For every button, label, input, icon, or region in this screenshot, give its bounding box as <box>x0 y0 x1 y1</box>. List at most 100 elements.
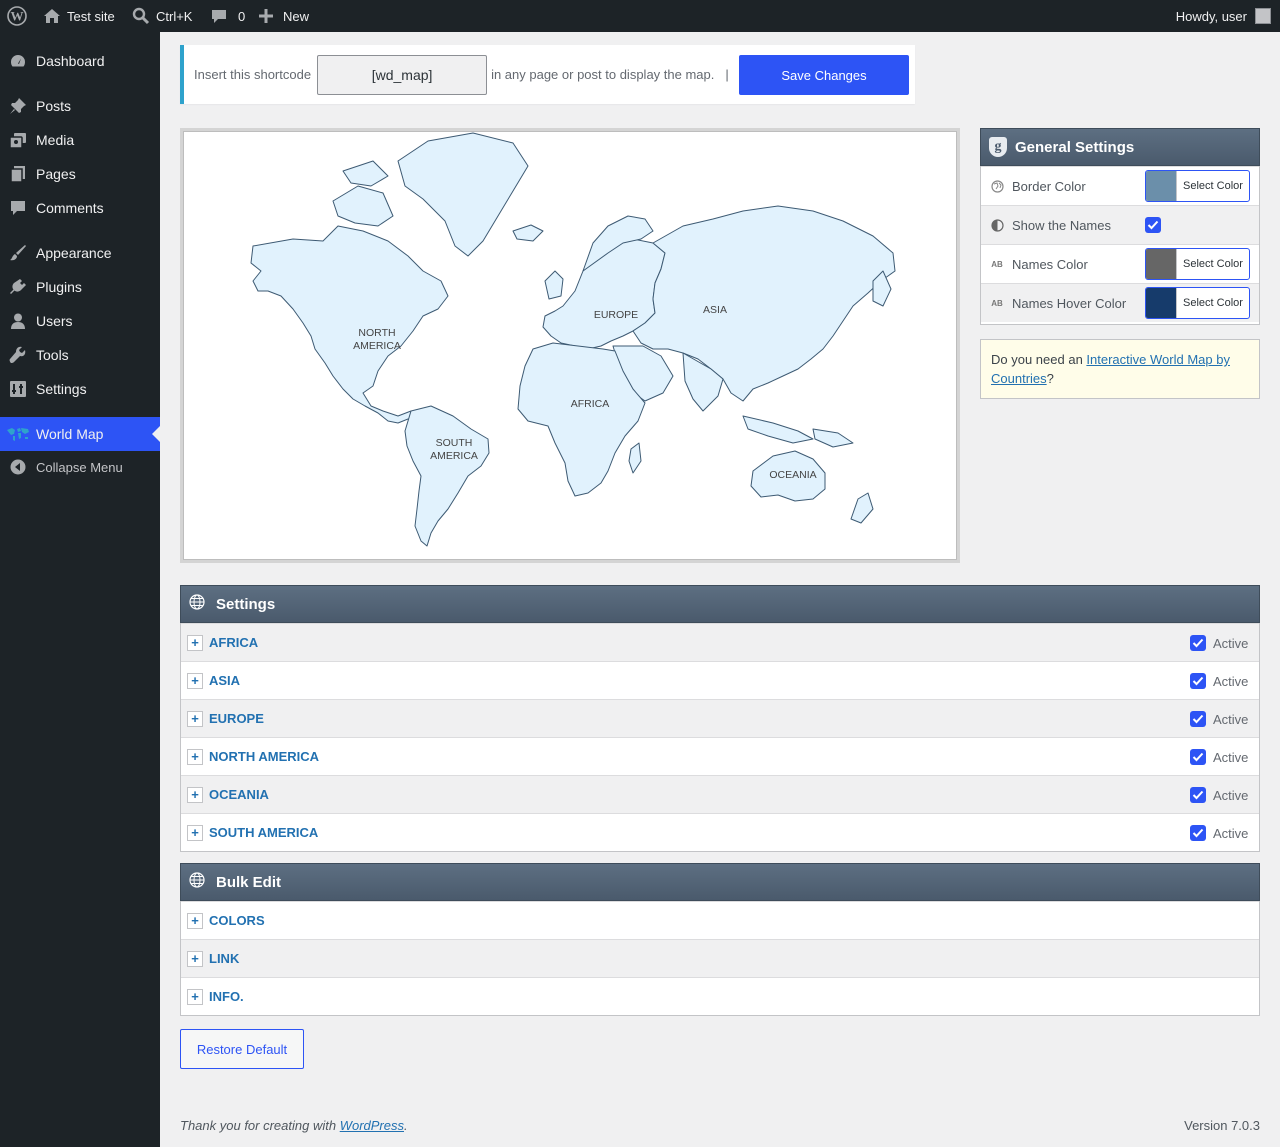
list-item-south-america[interactable]: + SOUTH AMERICA Active <box>181 813 1259 851</box>
comments-link[interactable]: 0 <box>210 0 245 32</box>
border-color-swatch <box>1146 171 1177 201</box>
continent-north-america[interactable] <box>250 225 449 424</box>
list-item-africa[interactable]: + AFRICA Active <box>181 623 1259 661</box>
sidebar-item-label: Appearance <box>36 245 112 261</box>
restore-default-button[interactable]: Restore Default <box>180 1029 304 1069</box>
continent-south-america[interactable] <box>404 405 490 547</box>
island-arctic[interactable] <box>342 160 389 187</box>
search-shortcut-button[interactable]: Ctrl+K <box>132 0 192 32</box>
save-changes-button[interactable]: Save Changes <box>739 55 909 95</box>
general-settings-title: General Settings <box>1015 138 1135 156</box>
collapse-menu-button[interactable]: Collapse Menu <box>0 450 160 484</box>
list-item-info[interactable]: + INFO. <box>181 977 1259 1015</box>
expand-icon[interactable]: + <box>187 748 203 765</box>
expand-icon[interactable]: + <box>187 710 203 727</box>
border-color-label: Border Color <box>1012 178 1086 194</box>
names-color-picker[interactable]: Select Color <box>1145 248 1250 280</box>
label-south-america-2: AMERICA <box>430 450 478 462</box>
continent-greenland[interactable] <box>397 132 529 257</box>
border-color-row: Border Color Select Color <box>981 166 1259 205</box>
active-checkbox[interactable] <box>1190 673 1206 689</box>
active-toggle[interactable]: Active <box>1190 825 1248 841</box>
settings-header: Settings <box>180 585 1260 623</box>
island-baffin[interactable] <box>332 185 394 227</box>
active-toggle[interactable]: Active <box>1190 787 1248 803</box>
list-item-europe[interactable]: + EUROPE Active <box>181 699 1259 737</box>
expand-icon[interactable]: + <box>187 988 203 1005</box>
active-label: Active <box>1213 673 1249 689</box>
sidebar-item-appearance[interactable]: Appearance <box>0 236 160 270</box>
list-item-asia[interactable]: + ASIA Active <box>181 661 1259 699</box>
sidebar-item-tools[interactable]: Tools <box>0 338 160 372</box>
island-iceland[interactable] <box>512 224 544 242</box>
plus-icon <box>259 9 273 23</box>
site-name-link[interactable]: Test site <box>43 0 115 32</box>
island-new-zealand[interactable] <box>850 492 874 524</box>
active-toggle[interactable]: Active <box>1190 673 1248 689</box>
show-names-checkbox[interactable] <box>1145 217 1161 233</box>
active-checkbox[interactable] <box>1190 635 1206 651</box>
sidebar-item-settings[interactable]: Settings <box>0 372 160 406</box>
active-toggle[interactable]: Active <box>1190 635 1248 651</box>
sidebar-item-comments[interactable]: Comments <box>0 191 160 225</box>
island-britain[interactable] <box>544 270 564 300</box>
expand-icon[interactable]: + <box>187 634 203 651</box>
sidebar-item-label: Media <box>36 132 75 148</box>
plug-icon <box>0 278 36 296</box>
wordpress-link[interactable]: WordPress <box>340 1118 404 1133</box>
sidebar-item-dashboard[interactable]: Dashboard <box>0 44 160 78</box>
sidebar-item-plugins[interactable]: Plugins <box>0 270 160 304</box>
dashboard-icon <box>0 52 36 70</box>
wordpress-logo-button[interactable]: W <box>7 0 27 32</box>
text-color-icon: AB <box>991 259 1003 269</box>
border-color-picker[interactable]: Select Color <box>1145 170 1250 202</box>
new-label: New <box>283 8 310 24</box>
svg-text:W: W <box>11 9 24 24</box>
island-madagascar[interactable] <box>628 442 642 474</box>
list-item-north-america[interactable]: + NORTH AMERICA Active <box>181 737 1259 775</box>
island-new-guinea[interactable] <box>812 428 854 448</box>
avatar <box>1255 8 1271 24</box>
shortcode-field[interactable] <box>317 54 488 95</box>
collapse-arrow-icon <box>0 459 36 475</box>
expand-icon[interactable]: + <box>187 824 203 841</box>
active-checkbox[interactable] <box>1190 825 1206 841</box>
active-toggle[interactable]: Active <box>1190 711 1248 727</box>
footer-thanks: Thank you for creating with WordPress. <box>180 1118 408 1133</box>
expand-icon[interactable]: + <box>187 912 203 929</box>
continent-asia[interactable] <box>632 205 896 402</box>
shortcode-prefix: Insert this shortcode <box>194 67 312 82</box>
account-menu[interactable]: Howdy, user <box>1176 0 1271 32</box>
sidebar-item-media[interactable]: Media <box>0 123 160 157</box>
section-name: INFO. <box>209 989 244 1004</box>
sidebar-item-pages[interactable]: Pages <box>0 157 160 191</box>
list-item-link[interactable]: + LINK <box>181 939 1259 977</box>
active-checkbox[interactable] <box>1190 711 1206 727</box>
plugin-logo-icon: g <box>989 137 1007 157</box>
label-north-america-2: AMERICA <box>353 340 401 352</box>
label-europe: EUROPE <box>594 309 638 321</box>
expand-icon[interactable]: + <box>187 786 203 803</box>
active-checkbox[interactable] <box>1190 749 1206 765</box>
expand-icon[interactable]: + <box>187 950 203 967</box>
section-name: LINK <box>209 951 240 966</box>
active-toggle[interactable]: Active <box>1190 749 1248 765</box>
expand-icon[interactable]: + <box>187 672 203 689</box>
list-item-colors[interactable]: + COLORS <box>181 901 1259 939</box>
globe-icon <box>189 594 205 614</box>
show-names-row: Show the Names <box>981 205 1259 244</box>
sidebar-item-world-map[interactable]: World Map <box>0 417 160 451</box>
sidebar-item-label: Plugins <box>36 279 82 295</box>
comments-count: 0 <box>238 8 246 24</box>
active-checkbox[interactable] <box>1190 787 1206 803</box>
label-south-america-1: SOUTH <box>436 437 473 449</box>
sidebar-item-posts[interactable]: Posts <box>0 89 160 123</box>
sidebar-item-users[interactable]: Users <box>0 304 160 338</box>
label-asia: ASIA <box>703 304 727 316</box>
list-item-oceania[interactable]: + OCEANIA Active <box>181 775 1259 813</box>
island-indonesia[interactable] <box>742 415 814 444</box>
promo-notice: Do you need an Interactive World Map by … <box>980 339 1260 399</box>
new-content-button[interactable]: New <box>258 0 309 32</box>
names-hover-color-picker[interactable]: Select Color <box>1145 287 1250 319</box>
names-color-swatch <box>1146 249 1177 279</box>
